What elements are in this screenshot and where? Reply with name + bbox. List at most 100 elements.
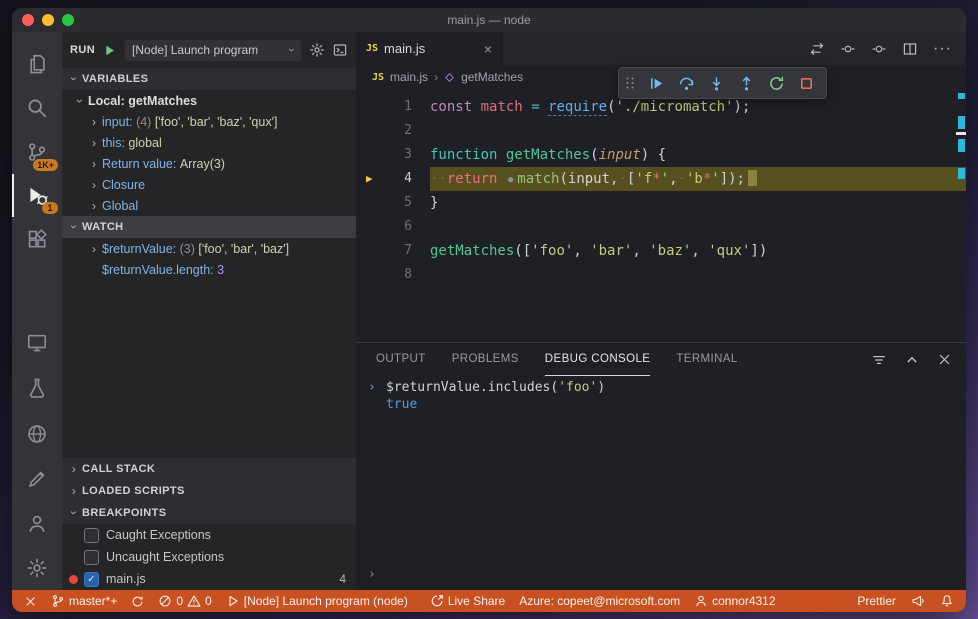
activity-item-run-and-debug[interactable]: 1 xyxy=(12,174,62,218)
step-into-button[interactable] xyxy=(703,71,730,95)
breakpoint-checkbox[interactable] xyxy=(84,549,99,565)
filter-icon[interactable] xyxy=(871,352,887,368)
twistie-icon[interactable]: › xyxy=(86,199,102,213)
tab-close-icon[interactable]: × xyxy=(484,42,492,56)
code-text[interactable]: } xyxy=(430,191,966,215)
activity-item-edit[interactable] xyxy=(12,457,62,503)
signed-in-account-status[interactable]: connor4312 xyxy=(694,594,776,608)
breakpoint-row[interactable]: Caught Exceptions xyxy=(62,524,356,546)
launch-config-dropdown[interactable]: [Node] Launch program › xyxy=(124,38,302,62)
variable-row[interactable]: › input: (4) ['foo', 'bar', 'baz', 'qux'] xyxy=(62,111,356,132)
line-gutter[interactable]: 6 xyxy=(356,215,430,239)
step-out-button[interactable] xyxy=(733,71,760,95)
activity-item-explorer[interactable] xyxy=(12,42,62,86)
code-line[interactable]: 6 xyxy=(356,215,966,239)
notifications-bell[interactable] xyxy=(940,594,954,608)
variable-row[interactable]: $returnValue.length: 3 xyxy=(62,259,356,280)
breadcrumb-symbol[interactable]: getMatches xyxy=(461,70,523,84)
activity-item-search[interactable] xyxy=(12,86,62,130)
breakpoint-checkbox[interactable] xyxy=(84,571,99,587)
tab-main-js[interactable]: JS main.js × xyxy=(356,32,503,65)
code-text[interactable]: ··return match(input,·['f*',·'b*']); xyxy=(430,167,966,191)
code-line[interactable]: 3 function getMatches(input) { xyxy=(356,143,966,167)
start-debugging-button[interactable] xyxy=(102,43,117,58)
feedback-button[interactable] xyxy=(911,594,925,608)
breakpoint-checkbox[interactable] xyxy=(84,527,99,543)
breakpoint-row[interactable]: Uncaught Exceptions xyxy=(62,546,356,568)
close-panel-icon[interactable] xyxy=(937,352,952,367)
go-forward-icon[interactable] xyxy=(871,41,887,57)
problems-status[interactable]: 0 0 xyxy=(158,594,212,608)
breadcrumb-file[interactable]: main.js xyxy=(390,70,428,84)
debug-launch-status[interactable]: [Node] Launch program (node) xyxy=(226,594,408,608)
panel-tab-problems[interactable]: PROBLEMS xyxy=(452,343,519,376)
line-gutter[interactable]: 5 xyxy=(356,191,430,215)
code-text[interactable] xyxy=(430,215,966,239)
code-text[interactable]: getMatches(['foo', 'bar', 'baz', 'qux']) xyxy=(430,239,966,263)
twistie-icon[interactable]: › xyxy=(86,115,102,129)
variable-row[interactable]: › Global xyxy=(62,195,356,216)
activity-item-remote-explorer[interactable] xyxy=(12,319,62,365)
formatter-status[interactable]: Prettier xyxy=(857,594,896,608)
maximize-panel-icon[interactable] xyxy=(904,352,920,368)
variable-row[interactable]: › this: global xyxy=(62,132,356,153)
activity-item-source-control[interactable]: 1K+ xyxy=(12,130,62,174)
debug-console[interactable]: $returnValue.includes('foo')true xyxy=(356,376,966,590)
activity-item-testing[interactable] xyxy=(12,365,62,411)
configure-launch-button[interactable] xyxy=(309,42,325,58)
line-gutter[interactable]: 8 xyxy=(356,263,430,287)
code-line[interactable]: 2 xyxy=(356,119,966,143)
activity-item-live-share[interactable] xyxy=(12,411,62,457)
line-gutter[interactable]: 4 xyxy=(356,167,430,191)
overview-ruler[interactable] xyxy=(955,89,966,342)
close-window-button[interactable] xyxy=(22,14,34,26)
panel-tab-debug-console[interactable]: DEBUG CONSOLE xyxy=(544,343,651,376)
open-changes-icon[interactable] xyxy=(809,41,825,57)
call-stack-section-header[interactable]: › CALL STACK xyxy=(62,458,356,480)
activity-item-settings[interactable] xyxy=(12,546,62,590)
panel-tab-terminal[interactable]: TERMINAL xyxy=(676,343,737,376)
code-line[interactable]: 4··return match(input,·['f*',·'b*']); xyxy=(356,167,966,191)
restart-button[interactable] xyxy=(763,71,790,95)
line-gutter[interactable]: 3 xyxy=(356,143,430,167)
variable-row[interactable]: › $returnValue: (3) ['foo', 'bar', 'baz'] xyxy=(62,238,356,259)
code-text[interactable] xyxy=(430,119,966,143)
azure-account-status[interactable]: Azure: copeet@microsoft.com xyxy=(519,594,680,608)
open-debug-console-button[interactable] xyxy=(332,42,348,58)
sync-status[interactable] xyxy=(131,595,144,608)
twistie-icon[interactable]: › xyxy=(73,93,87,109)
panel-tab-output[interactable]: OUTPUT xyxy=(376,343,426,376)
step-over-button[interactable] xyxy=(673,71,700,95)
variable-row[interactable]: › Return value: Array(3) xyxy=(62,153,356,174)
loaded-scripts-section-header[interactable]: › LOADED SCRIPTS xyxy=(62,480,356,502)
twistie-icon[interactable]: › xyxy=(86,157,102,171)
continue-button[interactable] xyxy=(643,71,670,95)
variable-row[interactable]: › Closure xyxy=(62,174,356,195)
code-line[interactable]: 5} xyxy=(356,191,966,215)
watch-section-header[interactable]: › WATCH xyxy=(62,216,356,238)
code-text[interactable] xyxy=(430,263,966,287)
variables-section-header[interactable]: › VARIABLES xyxy=(62,68,356,90)
more-actions-icon[interactable]: ··· xyxy=(933,40,952,58)
line-gutter[interactable]: 2 xyxy=(356,119,430,143)
code-line[interactable]: 8 xyxy=(356,263,966,287)
stop-button[interactable] xyxy=(793,71,820,95)
code-editor[interactable]: 1 const match = require('./micromatch'); 2… xyxy=(356,89,966,342)
activity-item-extensions[interactable] xyxy=(12,217,62,261)
twistie-icon[interactable]: › xyxy=(86,136,102,150)
go-back-icon[interactable] xyxy=(840,41,856,57)
activity-item-accounts[interactable] xyxy=(12,502,62,546)
line-gutter[interactable]: 7 xyxy=(356,239,430,263)
breakpoint-row[interactable]: main.js 4 xyxy=(62,568,356,590)
titlebar[interactable]: main.js — node xyxy=(12,8,966,32)
zoom-window-button[interactable] xyxy=(62,14,74,26)
git-branch-status[interactable]: master*+ xyxy=(51,594,117,608)
split-editor-icon[interactable] xyxy=(902,41,918,57)
scope-row[interactable]: › Local: getMatches xyxy=(62,90,356,111)
code-line[interactable]: 7 getMatches(['foo', 'bar', 'baz', 'qux']… xyxy=(356,239,966,263)
twistie-icon[interactable]: › xyxy=(86,178,102,192)
code-text[interactable]: function getMatches(input) { xyxy=(430,143,966,167)
live-share-status[interactable]: Live Share xyxy=(430,594,505,608)
minimize-window-button[interactable] xyxy=(42,14,54,26)
remote-indicator[interactable] xyxy=(24,595,37,608)
